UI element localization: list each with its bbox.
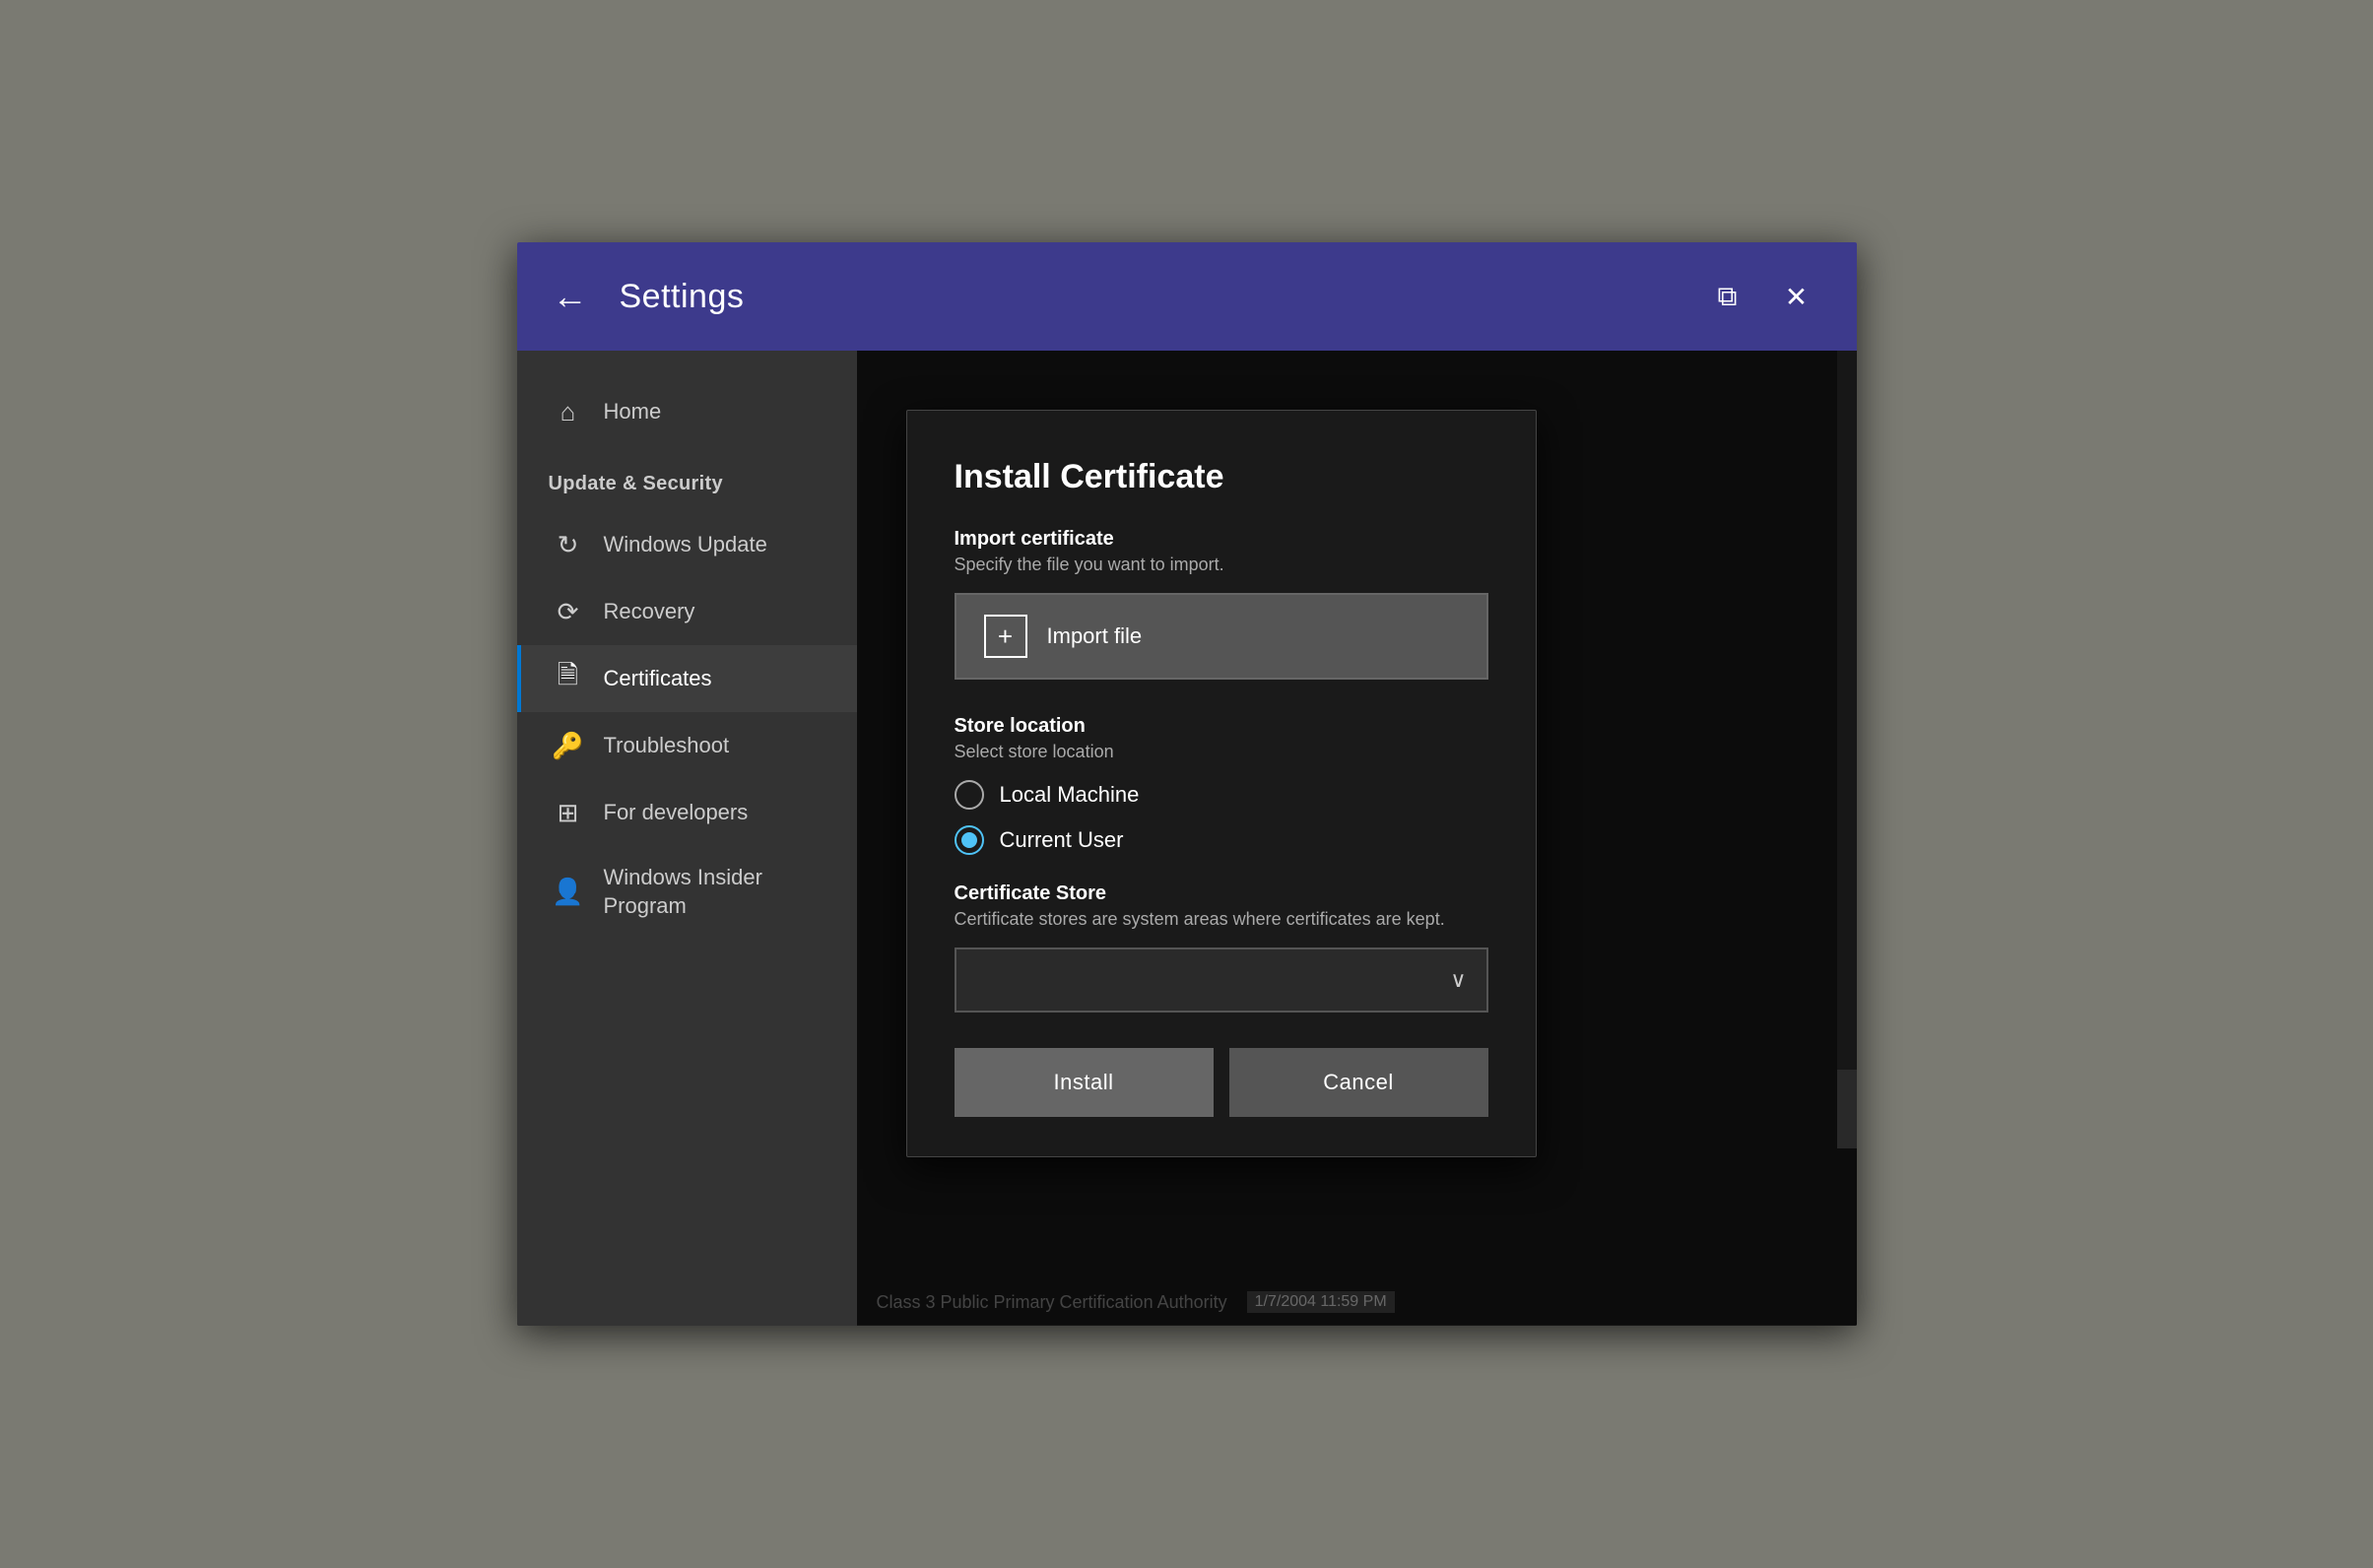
sidebar-item-recovery[interactable]: ⟳ Recovery: [517, 578, 857, 645]
settings-window: ← Settings ⧉ ✕ ⌂ Home Update & Security …: [517, 242, 1857, 1326]
store-location-desc: Select store location: [955, 742, 1488, 762]
radio-inner-dot: [961, 832, 977, 848]
restore-icon: ⧉: [1718, 281, 1738, 313]
home-icon: ⌂: [553, 396, 584, 427]
close-icon: ✕: [1785, 281, 1808, 313]
cert-store-section: Certificate Store Certificate stores are…: [955, 882, 1488, 1013]
content-area: ⌂ Home Update & Security ↻ Windows Updat…: [517, 351, 1857, 1326]
install-certificate-dialog: Install Certificate Import certificate S…: [906, 410, 1537, 1157]
for-developers-label: For developers: [604, 799, 749, 827]
cert-store-dropdown[interactable]: ∨: [955, 947, 1488, 1013]
sidebar: ⌂ Home Update & Security ↻ Windows Updat…: [517, 351, 857, 1326]
for-developers-icon: ⊞: [553, 797, 584, 828]
local-machine-label: Local Machine: [1000, 782, 1140, 808]
import-section-label: Import certificate: [955, 528, 1488, 551]
cert-store-desc: Certificate stores are system areas wher…: [955, 909, 1488, 930]
store-location-label: Store location: [955, 715, 1488, 738]
close-button[interactable]: ✕: [1772, 272, 1821, 321]
current-user-radio[interactable]: [955, 825, 984, 855]
window-title: Settings: [620, 278, 745, 316]
certificates-icon: 🗎: [553, 663, 584, 694]
windows-update-icon: ↻: [553, 529, 584, 560]
home-label: Home: [604, 398, 662, 426]
windows-insider-label: Windows InsiderProgram: [604, 864, 762, 920]
radio-group-store-location: Local Machine Current User: [955, 780, 1488, 855]
import-file-label: Import file: [1047, 623, 1143, 649]
dialog-title: Install Certificate: [955, 458, 1488, 496]
sidebar-item-for-developers[interactable]: ⊞ For developers: [517, 779, 857, 846]
radio-current-user[interactable]: Current User: [955, 825, 1488, 855]
current-user-label: Current User: [1000, 827, 1124, 853]
troubleshoot-icon: 🔑: [553, 730, 584, 761]
sidebar-item-windows-update[interactable]: ↻ Windows Update: [517, 511, 857, 578]
cancel-button[interactable]: Cancel: [1229, 1048, 1488, 1117]
windows-insider-icon: 👤: [553, 877, 584, 908]
sidebar-section-label: Update & Security: [517, 445, 857, 511]
import-file-button[interactable]: + Import file: [955, 593, 1488, 680]
dialog-buttons: Install Cancel: [955, 1048, 1488, 1117]
cert-store-label: Certificate Store: [955, 882, 1488, 905]
local-machine-radio[interactable]: [955, 780, 984, 810]
install-button[interactable]: Install: [955, 1048, 1214, 1117]
window-controls: ⧉ ✕: [1703, 242, 1821, 351]
radio-local-machine[interactable]: Local Machine: [955, 780, 1488, 810]
sidebar-item-troubleshoot[interactable]: 🔑 Troubleshoot: [517, 712, 857, 779]
certificates-label: Certificates: [604, 665, 712, 693]
windows-update-label: Windows Update: [604, 531, 767, 559]
import-section-desc: Specify the file you want to import.: [955, 555, 1488, 575]
sidebar-item-windows-insider[interactable]: 👤 Windows InsiderProgram: [517, 846, 857, 938]
titlebar: ← Settings ⧉ ✕: [517, 242, 1857, 351]
main-area: Class 3 Public Primary Certification Aut…: [857, 351, 1857, 1326]
sidebar-item-home[interactable]: ⌂ Home: [517, 378, 857, 445]
store-location-section: Store location Select store location Loc…: [955, 715, 1488, 855]
restore-button[interactable]: ⧉: [1703, 272, 1752, 321]
recovery-icon: ⟳: [553, 596, 584, 627]
plus-icon: +: [984, 615, 1027, 658]
dialog-backdrop: Install Certificate Import certificate S…: [857, 351, 1857, 1326]
chevron-down-icon: ∨: [1450, 967, 1466, 993]
troubleshoot-label: Troubleshoot: [604, 732, 730, 760]
recovery-label: Recovery: [604, 598, 695, 626]
sidebar-item-certificates[interactable]: 🗎 Certificates: [517, 645, 857, 712]
back-button[interactable]: ←: [553, 276, 588, 317]
